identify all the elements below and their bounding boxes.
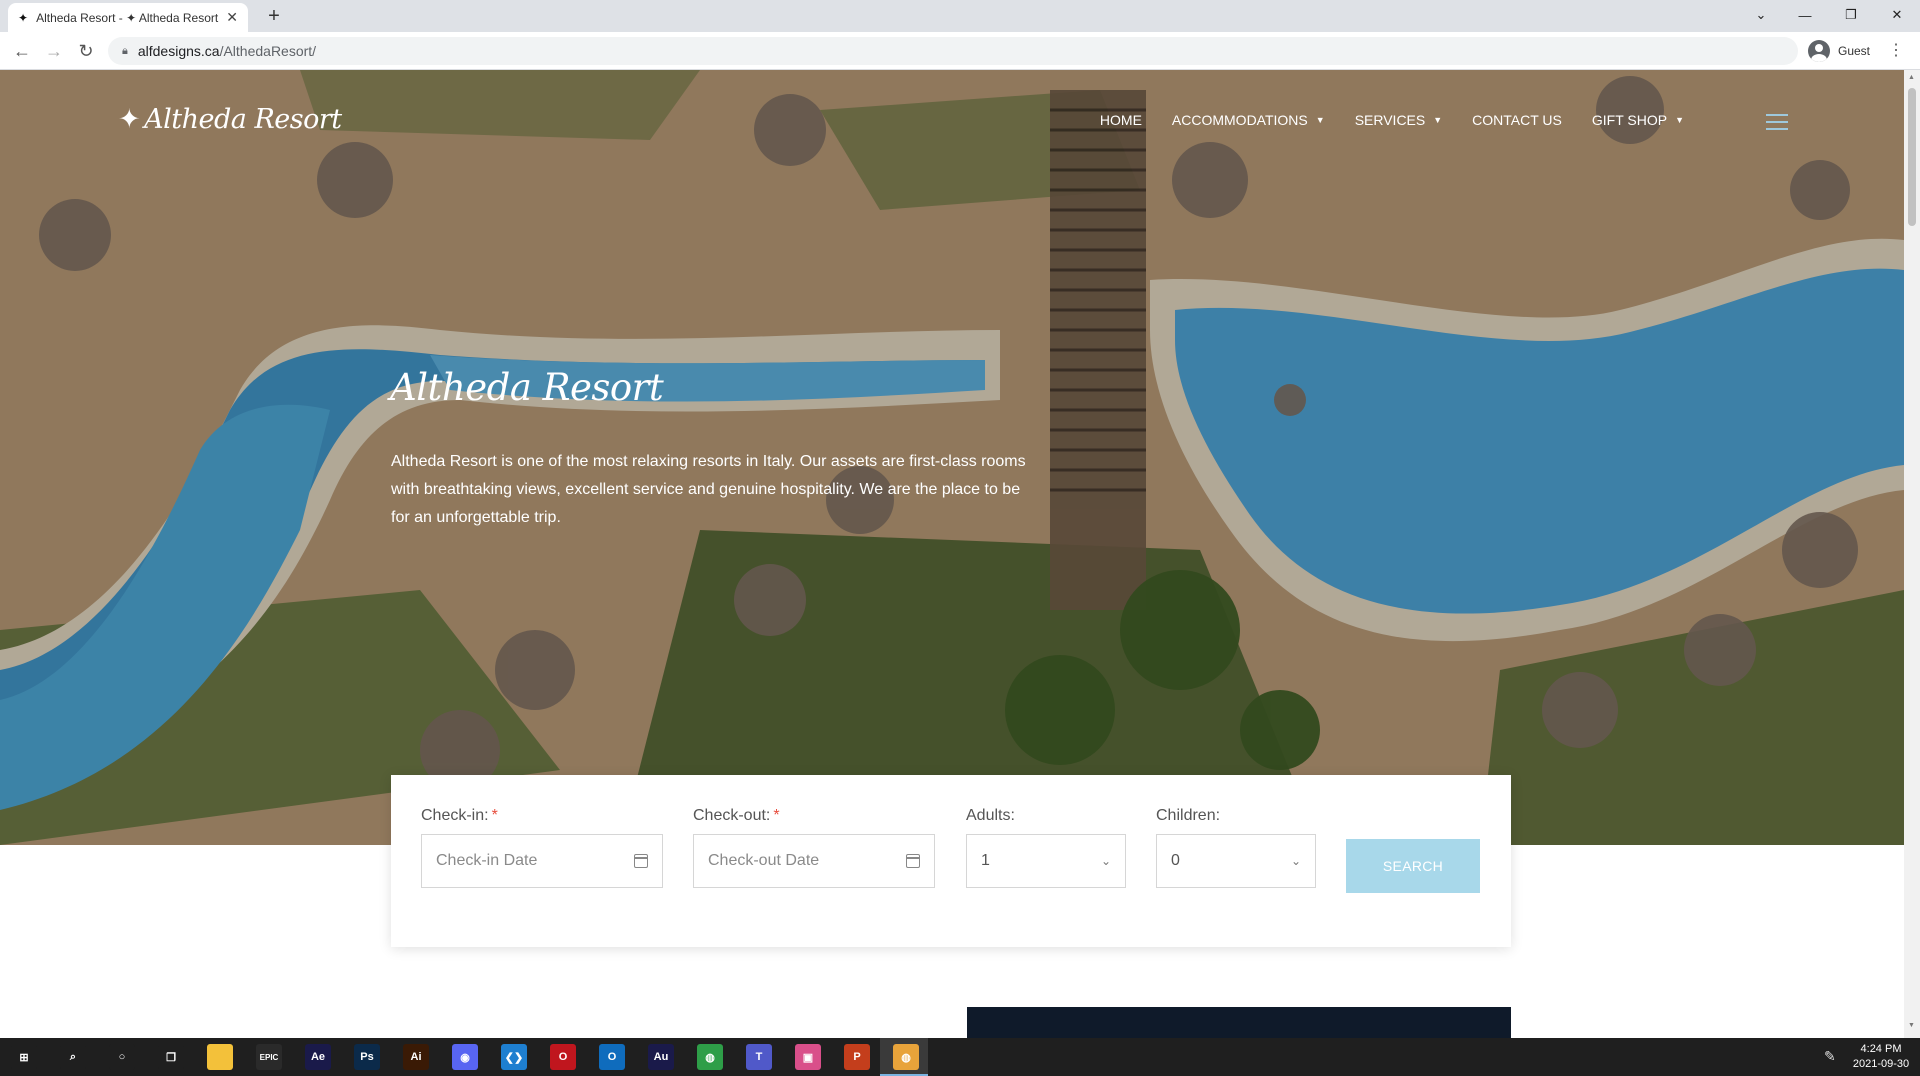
hamburger-menu-icon[interactable] bbox=[1766, 114, 1788, 130]
calendar-icon[interactable] bbox=[634, 854, 648, 868]
browser-toolbar: ← → ↻ 🔒︎ alfdesigns.ca/AlthedaResort/ Gu… bbox=[0, 32, 1920, 70]
search-button[interactable]: SEARCH bbox=[1346, 839, 1480, 893]
site-header: ✦ Altheda Resort HOME ACCOMMODATIONS ▼ SER… bbox=[0, 70, 1904, 170]
browser-tab-strip: ✦ Altheda Resort - ✦ Altheda Resort ✕ + … bbox=[0, 0, 1920, 32]
new-tab-button[interactable]: + bbox=[260, 3, 288, 29]
checkout-label: Check-out: * bbox=[693, 807, 780, 824]
audition-icon[interactable]: Au bbox=[648, 1044, 674, 1070]
adults-select[interactable]: 1 ⌄ bbox=[966, 834, 1126, 888]
reload-icon[interactable]: ↻ bbox=[72, 37, 100, 65]
adults-field: Adults: 1 ⌄ bbox=[966, 807, 1126, 888]
scrollbar-thumb[interactable] bbox=[1908, 88, 1916, 226]
cortana-icon[interactable]: ○ bbox=[109, 1044, 135, 1070]
page-scrollbar[interactable]: ▲ ▼ bbox=[1904, 70, 1920, 1038]
required-mark: * bbox=[491, 807, 498, 824]
checkout-placeholder: Check-out Date bbox=[708, 852, 820, 869]
avatar-icon bbox=[1808, 40, 1830, 62]
pen-icon[interactable]: ✎ bbox=[1824, 1048, 1836, 1065]
menu-kebab-icon[interactable]: ⋮ bbox=[1888, 40, 1904, 60]
page-viewport: ✦ Altheda Resort HOME ACCOMMODATIONS ▼ SER… bbox=[0, 70, 1904, 1038]
windows-start-icon[interactable]: ⊞ bbox=[11, 1044, 37, 1070]
menu-item-contact[interactable]: CONTACT US bbox=[1472, 112, 1562, 128]
close-window-button[interactable]: ✕ bbox=[1874, 0, 1920, 30]
tab-title: Altheda Resort - ✦ Altheda Resort bbox=[36, 10, 219, 25]
hero-section: ✦ Altheda Resort HOME ACCOMMODATIONS ▼ SER… bbox=[0, 70, 1904, 845]
checkin-label: Check-in: * bbox=[421, 807, 498, 824]
hero-title: Altheda Resort bbox=[390, 366, 664, 409]
address-bar[interactable]: 🔒︎ alfdesigns.ca/AlthedaResort/ bbox=[108, 37, 1798, 65]
children-label: Children: bbox=[1156, 807, 1221, 824]
checkout-field: Check-out: * Check-out Date bbox=[693, 807, 935, 888]
forward-icon[interactable]: → bbox=[40, 37, 68, 65]
booking-form: Check-in: * Check-in Date Check-out: * Che… bbox=[391, 775, 1511, 947]
windows-taskbar: ⊞ ⌕ ○ ❐ EPIC Ae Ps Ai ◉ ❮❯ O O Au ◍ T ▣ P ◍ ✎ 4:24 PM 202… bbox=[0, 1038, 1920, 1076]
lock-icon: 🔒︎ bbox=[122, 44, 128, 57]
discord-icon[interactable]: ◉ bbox=[452, 1044, 478, 1070]
hero-description: Altheda Resort is one of the most relaxi… bbox=[391, 453, 1026, 526]
tab-search-icon[interactable]: ⌄ bbox=[1738, 0, 1784, 30]
url-path: /AlthedaResort/ bbox=[219, 43, 317, 59]
epic-games-icon[interactable]: EPIC bbox=[256, 1044, 282, 1070]
photos-icon[interactable]: ▣ bbox=[795, 1044, 821, 1070]
system-clock[interactable]: 4:24 PM 2021-09-30 bbox=[1846, 1042, 1916, 1072]
task-view-icon[interactable]: ❐ bbox=[158, 1044, 184, 1070]
children-value: 0 bbox=[1171, 852, 1180, 869]
opera-icon[interactable]: O bbox=[550, 1044, 576, 1070]
file-explorer-icon[interactable] bbox=[207, 1044, 233, 1070]
calendar-icon[interactable] bbox=[906, 854, 920, 868]
clock-date: 2021-09-30 bbox=[1852, 1058, 1910, 1070]
chrome-icon[interactable]: ◍ bbox=[697, 1044, 723, 1070]
logo-text: Altheda Resort bbox=[144, 104, 342, 135]
illustrator-icon[interactable]: Ai bbox=[403, 1044, 429, 1070]
menu-label: HOME bbox=[1099, 112, 1142, 128]
logo-star-icon: ✦ bbox=[118, 104, 141, 135]
featured-image bbox=[967, 1007, 1511, 1038]
main-menu: HOME ACCOMMODATIONS ▼ SERVICES ▼ CONTACT U… bbox=[1070, 112, 1684, 128]
checkin-placeholder: Check-in Date bbox=[436, 852, 538, 869]
menu-label: SERVICES bbox=[1354, 112, 1426, 128]
profile-button[interactable]: Guest bbox=[1808, 39, 1870, 63]
site-logo[interactable]: ✦ Altheda Resort bbox=[118, 104, 342, 135]
scroll-down-icon[interactable]: ▼ bbox=[1908, 1022, 1915, 1029]
browser-tab[interactable]: ✦ Altheda Resort - ✦ Altheda Resort ✕ bbox=[8, 3, 248, 32]
chevron-down-icon: ⌄ bbox=[1290, 854, 1301, 868]
chevron-down-icon: ▼ bbox=[1315, 115, 1325, 125]
menu-item-gift-shop[interactable]: GIFT SHOP ▼ bbox=[1592, 112, 1684, 128]
clock-time: 4:24 PM bbox=[1860, 1043, 1902, 1055]
chevron-down-icon: ▼ bbox=[1433, 115, 1443, 125]
vscode-icon[interactable]: ❮❯ bbox=[501, 1044, 527, 1070]
chrome-active-icon[interactable]: ◍ bbox=[893, 1044, 919, 1070]
scroll-up-icon[interactable]: ▲ bbox=[1908, 74, 1915, 81]
menu-label: CONTACT US bbox=[1472, 112, 1562, 128]
powerpoint-icon[interactable]: P bbox=[844, 1044, 870, 1070]
menu-item-accommodations[interactable]: ACCOMMODATIONS ▼ bbox=[1172, 112, 1325, 128]
required-mark: * bbox=[773, 807, 780, 824]
checkin-field: Check-in: * Check-in Date bbox=[421, 807, 663, 888]
menu-item-services[interactable]: SERVICES ▼ bbox=[1355, 112, 1442, 128]
chevron-down-icon: ⌄ bbox=[1100, 854, 1111, 868]
children-select[interactable]: 0 ⌄ bbox=[1156, 834, 1316, 888]
adults-label: Adults: bbox=[966, 807, 1015, 824]
outlook-icon[interactable]: O bbox=[599, 1044, 625, 1070]
profile-label: Guest bbox=[1838, 44, 1871, 58]
photoshop-icon[interactable]: Ps bbox=[354, 1044, 380, 1070]
checkout-input[interactable]: Check-out Date bbox=[693, 834, 935, 888]
teams-icon[interactable]: T bbox=[746, 1044, 772, 1070]
adults-value: 1 bbox=[981, 852, 990, 869]
menu-label: ACCOMMODATIONS bbox=[1171, 112, 1308, 128]
back-icon[interactable]: ← bbox=[8, 37, 36, 65]
minimize-button[interactable]: — bbox=[1782, 0, 1828, 30]
search-icon[interactable]: ⌕ bbox=[60, 1044, 86, 1070]
menu-label: GIFT SHOP bbox=[1591, 112, 1668, 128]
close-tab-icon[interactable]: ✕ bbox=[226, 9, 238, 26]
chevron-down-icon: ▼ bbox=[1675, 115, 1684, 125]
tab-favicon-icon: ✦ bbox=[18, 10, 29, 25]
children-field: Children: 0 ⌄ bbox=[1156, 807, 1316, 888]
url-host: alfdesigns.ca bbox=[137, 43, 220, 59]
after-effects-icon[interactable]: Ae bbox=[305, 1044, 331, 1070]
checkin-input[interactable]: Check-in Date bbox=[421, 834, 663, 888]
menu-item-home[interactable]: HOME bbox=[1100, 112, 1142, 128]
restore-button[interactable]: ❐ bbox=[1828, 0, 1874, 30]
